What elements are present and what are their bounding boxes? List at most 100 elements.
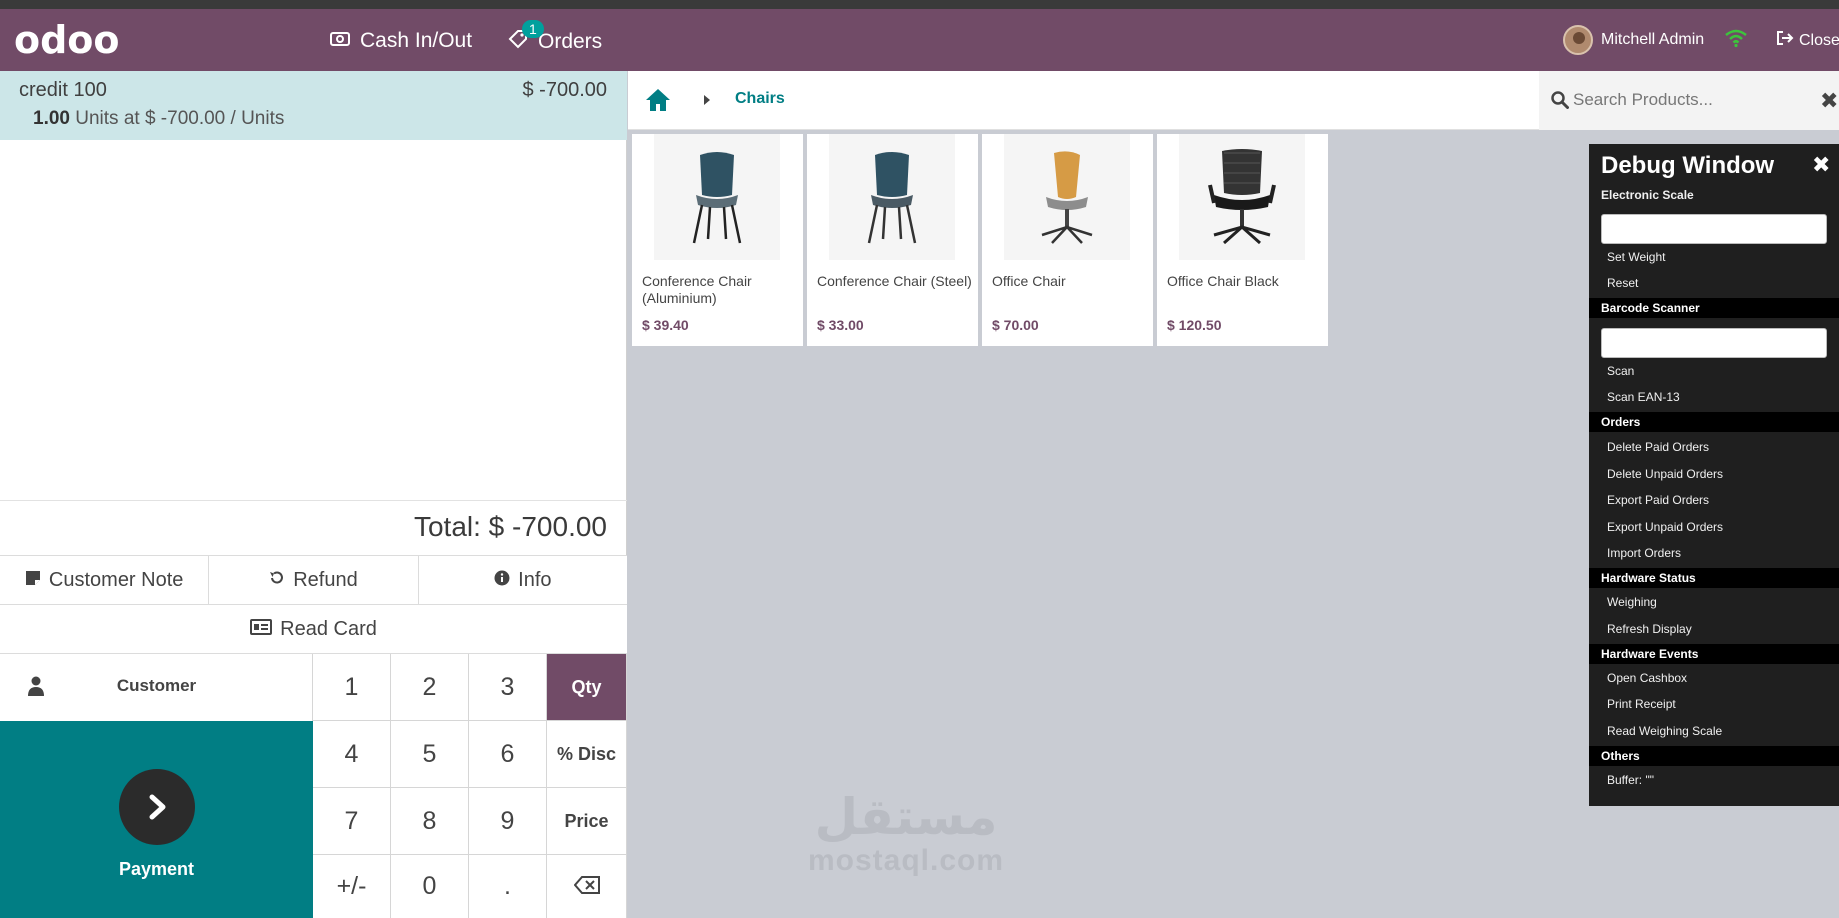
wifi-icon[interactable] — [1724, 28, 1748, 53]
product-price: $ 120.50 — [1167, 317, 1222, 333]
breadcrumb-category-chairs[interactable]: Chairs — [735, 90, 785, 108]
buffer-value: Buffer: "" — [1607, 773, 1654, 787]
numpad-key-decimal[interactable]: . — [469, 855, 547, 918]
product-name: Conference Chair (Aluminium) — [642, 273, 752, 306]
delete-unpaid-orders-button[interactable]: Delete Unpaid Orders — [1607, 467, 1723, 481]
product-price: $ 70.00 — [992, 317, 1039, 333]
product-name: Conference Chair (Steel) — [817, 273, 972, 289]
product-card[interactable]: Office Chair Black $ 120.50 — [1157, 134, 1328, 346]
orders-button[interactable]: 1 Orders — [508, 20, 603, 55]
scan-ean13-button[interactable]: Scan EAN-13 — [1607, 390, 1680, 404]
export-paid-orders-button[interactable]: Export Paid Orders — [1607, 493, 1709, 507]
note-icon — [25, 569, 41, 592]
avatar — [1563, 25, 1593, 55]
control-buttons-row-2: Read Card — [0, 604, 627, 653]
payment-label: Payment — [118, 859, 195, 879]
barcode-input[interactable] — [1601, 328, 1827, 358]
pos-navbar: odoo Cash In/Out 1 Orders Mitchell Admin… — [0, 9, 1839, 71]
chair-aluminium-image — [654, 134, 780, 260]
numpad-key-9[interactable]: 9 — [469, 788, 547, 855]
import-orders-button[interactable]: Import Orders — [1607, 546, 1681, 560]
product-list: Conference Chair (Aluminium) $ 39.40 Con… — [632, 134, 1328, 346]
sign-out-icon — [1776, 30, 1794, 51]
office-chair-black-image — [1179, 134, 1305, 260]
debug-section-scale: Electronic Scale — [1601, 188, 1694, 202]
weighing-status[interactable]: Weighing — [1607, 595, 1657, 609]
numpad-mode-discount[interactable]: % Disc — [547, 721, 627, 788]
customer-note-label: Customer Note — [48, 568, 184, 591]
read-card-label: Read Card — [280, 617, 377, 640]
print-receipt-button[interactable]: Print Receipt — [1607, 697, 1676, 711]
info-label: Info — [518, 568, 552, 591]
order-line-qty: 1.00 — [33, 108, 70, 129]
cash-in-out-label: Cash In/Out — [360, 29, 473, 52]
reset-weight-button[interactable]: Reset — [1607, 276, 1638, 290]
undo-icon — [269, 569, 285, 592]
numpad-key-2[interactable]: 2 — [391, 654, 469, 721]
debug-window: Debug Window ✖ Electronic Scale Set Weig… — [1589, 144, 1839, 806]
debug-section-barcode: Barcode Scanner — [1589, 298, 1839, 318]
weight-input[interactable] — [1601, 214, 1827, 244]
numpad-key-5[interactable]: 5 — [391, 721, 469, 788]
id-card-icon — [250, 618, 273, 641]
close-pos-button[interactable]: Close — [1776, 30, 1839, 51]
customer-note-button[interactable]: Customer Note — [0, 556, 210, 604]
scan-button[interactable]: Scan — [1607, 364, 1634, 378]
window-top-strip — [0, 0, 1839, 9]
delete-paid-orders-button[interactable]: Delete Paid Orders — [1607, 440, 1709, 454]
numpad-key-3[interactable]: 3 — [469, 654, 547, 721]
order-line-selected[interactable]: credit 100 $ -700.00 1.00 Units at $ -70… — [0, 71, 627, 140]
product-card[interactable]: Conference Chair (Aluminium) $ 39.40 — [632, 134, 803, 346]
product-card[interactable]: Conference Chair (Steel) $ 33.00 — [807, 134, 978, 346]
numpad-mode-price[interactable]: Price — [547, 788, 627, 855]
numpad-backspace[interactable] — [547, 855, 627, 918]
open-cashbox-button[interactable]: Open Cashbox — [1607, 671, 1687, 685]
chevron-right-icon — [119, 769, 195, 845]
refresh-display-button[interactable]: Refresh Display — [1607, 622, 1692, 636]
clear-search-icon[interactable]: ✖ — [1820, 88, 1838, 114]
read-weighing-scale-button[interactable]: Read Weighing Scale — [1607, 724, 1722, 738]
refund-label: Refund — [293, 568, 358, 591]
debug-section-orders: Orders — [1589, 412, 1839, 432]
numpad-mode-qty[interactable]: Qty — [547, 654, 627, 721]
order-total: Total: $ -700.00 — [413, 511, 607, 542]
chair-steel-image — [829, 134, 955, 260]
tag-icon: 1 — [508, 20, 544, 55]
set-weight-button[interactable]: Set Weight — [1607, 250, 1665, 264]
info-button[interactable]: Info — [419, 556, 627, 604]
caret-right-icon — [703, 93, 711, 111]
product-name: Office Chair — [992, 273, 1066, 289]
refund-button[interactable]: Refund — [209, 556, 419, 604]
user-menu[interactable]: Mitchell Admin — [1563, 25, 1704, 55]
numpad-key-plus-minus[interactable]: +/- — [313, 855, 391, 918]
orders-count-badge: 1 — [522, 20, 544, 38]
product-price: $ 33.00 — [817, 317, 864, 333]
numpad-key-0[interactable]: 0 — [391, 855, 469, 918]
debug-window-title: Debug Window — [1601, 152, 1775, 179]
export-unpaid-orders-button[interactable]: Export Unpaid Orders — [1607, 520, 1723, 534]
cash-in-out-button[interactable]: Cash In/Out — [330, 29, 472, 53]
search-input[interactable] — [1573, 87, 1803, 113]
numpad: 1 2 3 Qty 4 5 6 % Disc 7 8 9 Price +/- 0… — [313, 654, 627, 918]
customer-button[interactable]: Customer — [0, 654, 313, 721]
search-icon — [1551, 91, 1569, 114]
odoo-logo: odoo — [14, 18, 120, 62]
numpad-key-1[interactable]: 1 — [313, 654, 391, 721]
numpad-key-8[interactable]: 8 — [391, 788, 469, 855]
home-icon[interactable] — [645, 88, 671, 117]
read-card-button[interactable]: Read Card — [0, 605, 627, 653]
numpad-key-4[interactable]: 4 — [313, 721, 391, 788]
numpad-key-7[interactable]: 7 — [313, 788, 391, 855]
orders-label: Orders — [538, 30, 603, 53]
office-chair-wood-image — [1004, 134, 1130, 260]
payment-button[interactable]: Payment — [0, 721, 313, 918]
close-icon[interactable]: ✖ — [1812, 152, 1830, 178]
product-search: ✖ — [1539, 71, 1839, 130]
product-card[interactable]: Office Chair $ 70.00 — [982, 134, 1153, 346]
order-summary: Total: $ -700.00 — [0, 500, 627, 555]
order-line-price: $ -700.00 — [522, 79, 607, 101]
action-pad: Customer Payment 1 2 3 Qty 4 5 6 % Disc … — [0, 653, 627, 918]
numpad-key-6[interactable]: 6 — [469, 721, 547, 788]
backspace-icon — [573, 872, 600, 901]
product-price: $ 39.40 — [642, 317, 689, 333]
